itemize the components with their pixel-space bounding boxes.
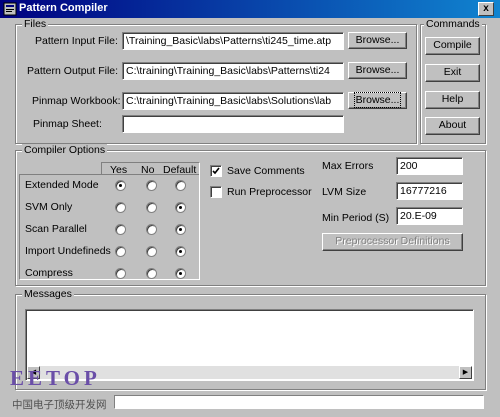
min-period-field[interactable]: 20.E-09 bbox=[396, 207, 463, 225]
lvm-size-label: LVM Size bbox=[322, 186, 367, 198]
column-default-label: Default bbox=[163, 164, 197, 176]
svm-only-yes-radio[interactable] bbox=[115, 202, 126, 213]
svm-only-no-radio[interactable] bbox=[146, 202, 157, 213]
checkmark-icon bbox=[212, 167, 220, 175]
eetop-watermark-caption: 中国电子顶级开发网 bbox=[12, 399, 107, 411]
about-button[interactable]: About bbox=[425, 117, 480, 135]
messages-group-title: Messages bbox=[22, 288, 74, 300]
files-group-title: Files bbox=[22, 18, 49, 30]
pinmap-workbook-label: Pinmap Workbook: bbox=[32, 95, 121, 107]
compress-yes-radio[interactable] bbox=[115, 268, 126, 279]
lvm-size-field[interactable]: 16777216 bbox=[396, 182, 463, 200]
import-undefineds-no-radio[interactable] bbox=[146, 246, 157, 257]
preprocessor-definitions-button[interactable]: Preprocessor Definitions bbox=[322, 233, 463, 251]
status-bar bbox=[114, 395, 484, 409]
column-no-label: No bbox=[141, 164, 155, 176]
compiler-options-title: Compiler Options bbox=[22, 144, 108, 156]
compile-button[interactable]: Compile bbox=[425, 37, 480, 55]
pattern-output-browse-button[interactable]: Browse... bbox=[348, 62, 407, 79]
max-errors-field[interactable]: 200 bbox=[396, 157, 463, 175]
scan-parallel-no-radio[interactable] bbox=[146, 224, 157, 235]
window-title: Pattern Compiler bbox=[19, 2, 108, 14]
compress-default-radio[interactable] bbox=[175, 268, 186, 279]
run-preprocessor-checkbox[interactable] bbox=[210, 186, 222, 198]
run-preprocessor-label[interactable]: Run Preprocessor bbox=[227, 186, 312, 199]
import-undefineds-yes-radio[interactable] bbox=[115, 246, 126, 257]
scan-parallel-yes-radio[interactable] bbox=[115, 224, 126, 235]
option-import-undefineds-label: Import Undefineds bbox=[25, 245, 111, 257]
pinmap-workbook-browse-button[interactable]: Browse... bbox=[348, 92, 407, 109]
max-errors-label: Max Errors bbox=[322, 160, 374, 172]
eetop-watermark-logo: EETOP bbox=[10, 366, 101, 390]
close-button[interactable]: x bbox=[478, 2, 494, 16]
extended-mode-default-radio[interactable] bbox=[175, 180, 186, 191]
pinmap-sheet-label: Pinmap Sheet: bbox=[33, 118, 102, 130]
svm-only-default-radio[interactable] bbox=[175, 202, 186, 213]
scan-parallel-default-radio[interactable] bbox=[175, 224, 186, 235]
pattern-input-label: Pattern Input File: bbox=[35, 35, 118, 47]
commands-group-title: Commands bbox=[424, 18, 482, 30]
compress-no-radio[interactable] bbox=[146, 268, 157, 279]
column-yes-label: Yes bbox=[110, 164, 128, 176]
scroll-right-icon[interactable]: ▶ bbox=[459, 366, 472, 379]
min-period-label: Min Period (S) bbox=[322, 212, 390, 224]
exit-button[interactable]: Exit bbox=[425, 64, 480, 82]
pinmap-sheet-field[interactable] bbox=[122, 115, 344, 133]
help-button[interactable]: Help bbox=[425, 91, 480, 109]
save-comments-label[interactable]: Save Comments bbox=[227, 165, 305, 178]
option-scan-parallel-label: Scan Parallel bbox=[25, 223, 87, 235]
pattern-output-label: Pattern Output File: bbox=[27, 65, 119, 77]
app-icon bbox=[3, 2, 17, 16]
pattern-input-field[interactable]: \Training_Basic\labs\Patterns\ti245_time… bbox=[122, 32, 344, 50]
option-svm-only-label: SVM Only bbox=[25, 201, 73, 213]
option-compress-label: Compress bbox=[25, 267, 73, 279]
title-bar: Pattern Compiler x bbox=[0, 0, 500, 18]
pattern-input-browse-button[interactable]: Browse... bbox=[348, 32, 407, 49]
pattern-output-field[interactable]: C:\training\Training_Basic\labs\Patterns… bbox=[122, 62, 344, 80]
pinmap-workbook-field[interactable]: C:\training\Training_Basic\labs\Solution… bbox=[122, 92, 344, 110]
save-comments-checkbox[interactable] bbox=[210, 165, 222, 177]
close-icon: x bbox=[483, 3, 489, 14]
extended-mode-no-radio[interactable] bbox=[146, 180, 157, 191]
extended-mode-yes-radio[interactable] bbox=[115, 180, 126, 191]
import-undefineds-default-radio[interactable] bbox=[175, 246, 186, 257]
option-extended-mode-label: Extended Mode bbox=[25, 179, 99, 191]
